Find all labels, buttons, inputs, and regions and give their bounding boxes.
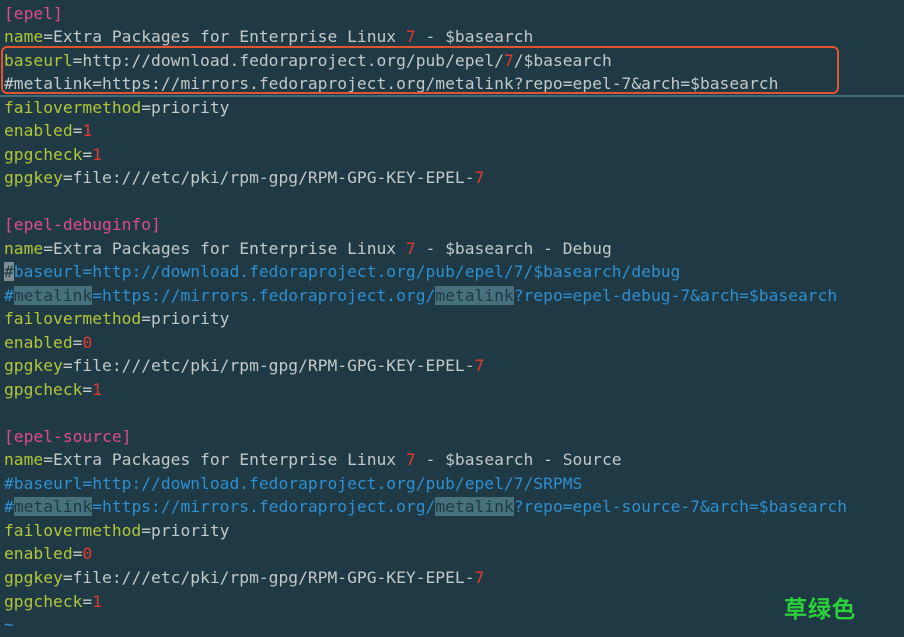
- line-token: metalink: [13, 285, 93, 305]
- line-token: gpgkey: [4, 168, 63, 188]
- line-token: gpgkey: [4, 356, 63, 376]
- line-token: - $basearch - Source: [415, 450, 622, 470]
- editor-line[interactable]: [epel-debuginfo]: [4, 213, 161, 237]
- line-token: ?repo=epel-debug-7&arch=$basearch: [513, 285, 838, 305]
- line-token: =file:///etc/pki/rpm-gpg/RPM-GPG-KEY-EPE…: [62, 356, 475, 376]
- line-token: =: [72, 544, 83, 564]
- editor-line[interactable]: name=Extra Packages for Enterprise Linux…: [4, 237, 612, 261]
- editor-line[interactable]: #baseurl=http://download.fedoraproject.o…: [4, 260, 680, 284]
- line-token: =https://mirrors.fedoraproject.org/: [92, 285, 436, 305]
- line-token: baseurl=http://download.fedoraproject.or…: [13, 262, 681, 282]
- line-token: enabled: [4, 121, 73, 141]
- line-token: gpgkey: [4, 567, 63, 587]
- line-token: name: [4, 450, 44, 470]
- line-token: metalink: [13, 497, 93, 517]
- line-token: enabled: [4, 544, 73, 564]
- line-token: - $basearch: [415, 27, 534, 47]
- highlight-box: [1, 46, 839, 94]
- line-token: ?repo=epel-source-7&arch=$basearch: [513, 497, 848, 517]
- line-token: =: [82, 591, 93, 611]
- line-token: 1: [92, 591, 103, 611]
- cursor-line-separator: [0, 95, 904, 97]
- line-token: enabled: [4, 332, 73, 352]
- line-token: 7: [474, 567, 485, 587]
- line-token: #: [4, 262, 14, 282]
- editor-line[interactable]: #metalink=https://mirrors.fedoraproject.…: [4, 284, 837, 308]
- line-token: [epel-debuginfo]: [4, 215, 161, 235]
- line-token: [epel]: [4, 3, 63, 23]
- editor-line[interactable]: gpgkey=file:///etc/pki/rpm-gpg/RPM-GPG-K…: [4, 354, 484, 378]
- editor-line[interactable]: enabled=0: [4, 542, 92, 566]
- line-token: 0: [82, 332, 93, 352]
- line-token: name: [4, 27, 44, 47]
- editor-line[interactable]: gpgkey=file:///etc/pki/rpm-gpg/RPM-GPG-K…: [4, 166, 484, 190]
- line-token: =file:///etc/pki/rpm-gpg/RPM-GPG-KEY-EPE…: [62, 567, 475, 587]
- line-token: 1: [82, 121, 93, 141]
- editor-line[interactable]: ~: [4, 613, 14, 637]
- line-token: gpgcheck: [4, 144, 83, 164]
- editor-line[interactable]: #metalink=https://mirrors.fedoraproject.…: [4, 495, 847, 519]
- line-token: =: [72, 332, 83, 352]
- editor-line[interactable]: enabled=0: [4, 331, 92, 355]
- line-token: 7: [405, 238, 416, 258]
- line-token: =file:///etc/pki/rpm-gpg/RPM-GPG-KEY-EPE…: [62, 168, 475, 188]
- line-token: [epel-source]: [4, 426, 132, 446]
- editor-line[interactable]: gpgcheck=1: [4, 143, 102, 167]
- line-token: =: [82, 379, 93, 399]
- line-token: =: [72, 121, 83, 141]
- line-token: 7: [474, 168, 485, 188]
- editor-line[interactable]: gpgcheck=1: [4, 590, 102, 614]
- line-token: failovermethod: [4, 520, 142, 540]
- line-token: failovermethod: [4, 97, 142, 117]
- editor-line[interactable]: #baseurl=http://download.fedoraproject.o…: [4, 472, 582, 496]
- line-token: =priority: [141, 520, 230, 540]
- line-token: failovermethod: [4, 309, 142, 329]
- line-token: name: [4, 238, 44, 258]
- watermark: 草绿色: [784, 597, 856, 623]
- editor-line[interactable]: gpgkey=file:///etc/pki/rpm-gpg/RPM-GPG-K…: [4, 566, 484, 590]
- line-token: #: [4, 285, 14, 305]
- terminal-editor[interactable]: [epel] name=Extra Packages for Enterprise…: [0, 0, 904, 637]
- editor-line[interactable]: name=Extra Packages for Enterprise Linux…: [4, 448, 622, 472]
- line-token: gpgcheck: [4, 591, 83, 611]
- line-token: #baseurl=http://download.fedoraproject.o…: [4, 473, 583, 493]
- line-token: 0: [82, 544, 93, 564]
- line-token: =Extra Packages for Enterprise Linux: [43, 27, 406, 47]
- line-token: gpgcheck: [4, 379, 83, 399]
- editor-line[interactable]: enabled=1: [4, 119, 92, 143]
- editor-line[interactable]: failovermethod=priority: [4, 96, 229, 120]
- line-token: =priority: [141, 97, 230, 117]
- editor-line[interactable]: gpgcheck=1: [4, 378, 102, 402]
- editor-line[interactable]: [epel-source]: [4, 425, 131, 449]
- line-token: 7: [474, 356, 485, 376]
- line-token: =priority: [141, 309, 230, 329]
- editor-line[interactable]: failovermethod=priority: [4, 307, 229, 331]
- line-token: metalink: [435, 285, 514, 305]
- line-token: - $basearch - Debug: [415, 238, 612, 258]
- line-token: =: [82, 144, 93, 164]
- line-token: ~: [4, 615, 14, 635]
- line-token: 1: [92, 144, 103, 164]
- line-token: =Extra Packages for Enterprise Linux: [43, 450, 406, 470]
- line-token: 1: [92, 379, 103, 399]
- line-token: =Extra Packages for Enterprise Linux: [43, 238, 406, 258]
- line-token: =https://mirrors.fedoraproject.org/: [92, 497, 436, 517]
- line-token: 7: [405, 450, 416, 470]
- editor-line[interactable]: failovermethod=priority: [4, 519, 229, 543]
- editor-line[interactable]: [epel]: [4, 2, 63, 26]
- line-token: metalink: [435, 497, 514, 517]
- line-token: #: [4, 497, 14, 517]
- editor-line[interactable]: name=Extra Packages for Enterprise Linux…: [4, 25, 533, 49]
- line-token: 7: [405, 27, 416, 47]
